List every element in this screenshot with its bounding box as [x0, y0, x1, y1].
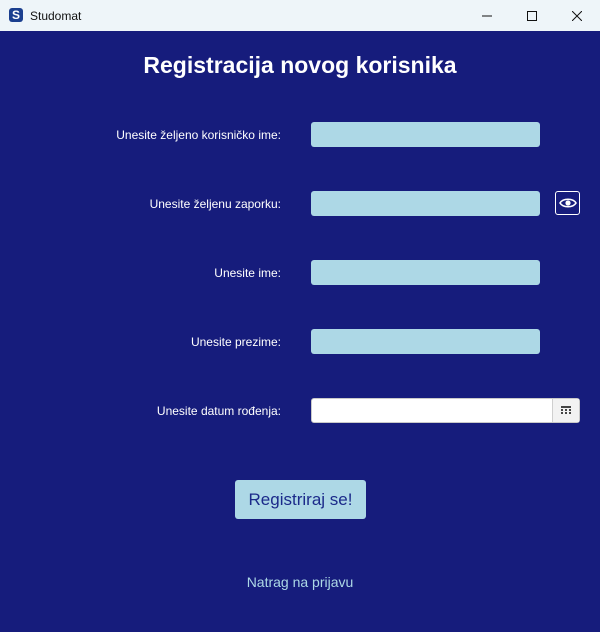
first-name-field[interactable] — [311, 260, 540, 285]
close-icon — [572, 10, 582, 21]
username-label: Unesite željeno korisničko ime: — [116, 128, 281, 142]
show-password-button[interactable] — [555, 191, 580, 215]
app-logo-icon: S — [9, 8, 23, 22]
username-field[interactable] — [311, 122, 540, 147]
eye-icon — [558, 198, 577, 208]
back-to-login-link[interactable]: Natrag na prijavu — [0, 574, 600, 590]
close-button[interactable] — [554, 0, 600, 31]
last-name-label: Unesite prezime: — [190, 335, 281, 349]
registration-window: S Studomat Registracija novog korisnika … — [0, 0, 600, 632]
maximize-button[interactable] — [509, 0, 555, 31]
calendar-icon — [561, 405, 571, 414]
first-name-label: Unesite ime: — [214, 266, 281, 280]
window-title: Studomat — [30, 9, 82, 23]
birth-date-label: Unesite datum rođenja: — [156, 404, 281, 418]
title-bar: S Studomat — [0, 0, 600, 31]
calendar-button[interactable] — [552, 399, 579, 422]
last-name-field[interactable] — [311, 329, 540, 354]
register-button[interactable]: Registriraj se! — [235, 480, 366, 519]
maximize-icon — [527, 10, 537, 21]
minimize-icon — [482, 15, 492, 16]
password-field[interactable] — [311, 191, 540, 216]
minimize-button[interactable] — [464, 0, 510, 31]
password-label: Unesite željenu zaporku: — [149, 197, 281, 211]
page-title: Registracija novog korisnika — [143, 52, 457, 78]
birth-date-field[interactable] — [312, 399, 553, 422]
birth-date-picker — [311, 398, 580, 423]
